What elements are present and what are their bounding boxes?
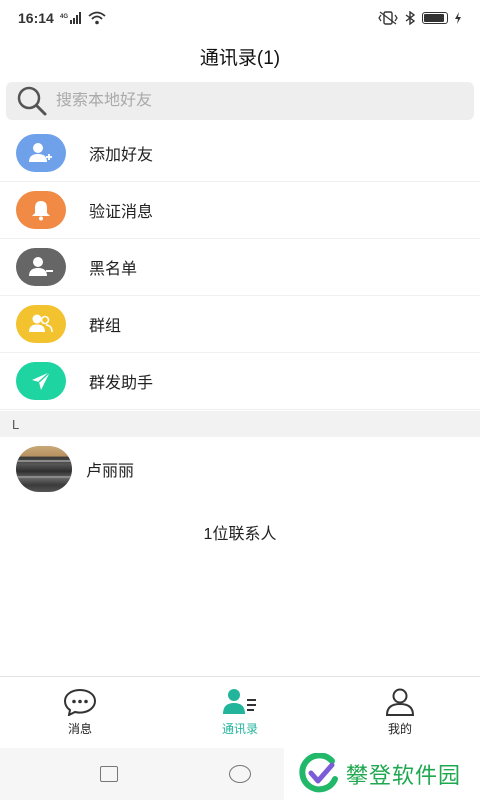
contact-name: 卢丽丽 <box>86 463 135 480</box>
search-bar[interactable] <box>6 82 474 120</box>
battery-icon <box>422 12 448 24</box>
menu-item-groups[interactable]: 群组 <box>0 296 480 353</box>
profile-icon <box>385 688 415 716</box>
menu-item-blacklist[interactable]: 黑名单 <box>0 239 480 296</box>
recent-apps-button[interactable] <box>100 766 118 782</box>
watermark-logo-icon <box>299 753 338 793</box>
menu-item-broadcast-assistant[interactable]: 群发助手 <box>0 353 480 410</box>
contact-row[interactable]: 卢丽丽 <box>0 440 480 498</box>
watermark: 攀登软件园 <box>284 748 480 800</box>
status-left: 16:14 4G <box>18 10 106 26</box>
tab-label: 通讯录 <box>221 722 258 736</box>
bluetooth-icon <box>405 11 416 25</box>
avatar <box>16 446 72 492</box>
home-button[interactable] <box>229 765 251 783</box>
menu-label: 验证消息 <box>89 204 154 221</box>
contacts-menu: 添加好友 验证消息 黑名单 群组 群发助手 <box>0 125 480 410</box>
tab-label: 我的 <box>387 722 412 736</box>
vibrate-icon <box>378 11 398 25</box>
bottom-tab-bar: 消息 通讯录 我的 <box>0 676 480 748</box>
tab-profile[interactable]: 我的 <box>320 677 480 748</box>
tab-messages[interactable]: 消息 <box>0 677 160 748</box>
group-icon <box>16 305 66 343</box>
search-icon <box>16 85 48 117</box>
signal-icon: 4G <box>60 12 81 24</box>
menu-item-verify-messages[interactable]: 验证消息 <box>0 182 480 239</box>
network-icon: 4G <box>60 12 82 24</box>
add-user-icon <box>16 134 66 172</box>
menu-label: 黑名单 <box>89 261 138 278</box>
menu-label: 添加好友 <box>89 147 154 164</box>
menu-item-add-friend[interactable]: 添加好友 <box>0 125 480 182</box>
send-icon <box>16 362 66 400</box>
contact-count: 1位联系人 <box>203 526 277 543</box>
system-nav-bar: 攀登软件园 <box>0 748 480 800</box>
search-input[interactable] <box>56 92 436 110</box>
watermark-text: 攀登软件园 <box>346 763 462 788</box>
index-letter-header: L <box>0 411 480 437</box>
menu-label: 群组 <box>89 318 122 335</box>
contacts-icon <box>223 689 256 714</box>
bell-icon <box>16 191 66 229</box>
status-time: 16:14 <box>18 10 54 26</box>
charging-icon <box>455 12 461 24</box>
contacts-page: 16:14 4G 通讯录(1) 搜索本地好友 添加好友 验证消息 黑名单 群组 … <box>0 0 480 800</box>
status-right <box>378 11 462 25</box>
tab-contacts[interactable]: 通讯录 <box>160 677 320 748</box>
chat-bubble-icon <box>63 688 97 716</box>
tab-label: 消息 <box>67 722 92 736</box>
status-bar: 16:14 4G <box>0 0 480 36</box>
page-header: 通讯录(1) <box>0 36 480 76</box>
network-type: 4G <box>60 14 68 20</box>
remove-user-icon <box>16 248 66 286</box>
wifi-icon <box>88 11 106 25</box>
index-letter: L <box>12 416 20 432</box>
page-title: 通讯录(1) <box>199 47 281 69</box>
menu-label: 群发助手 <box>89 375 154 392</box>
